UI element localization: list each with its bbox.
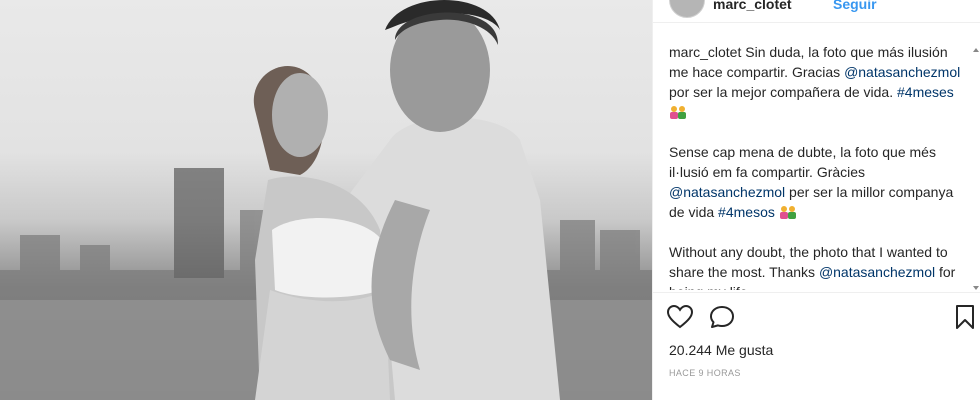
caption-english: Without any doubt, the photo that I want… — [669, 242, 963, 290]
likes-count[interactable]: 20.244 Me gusta — [669, 342, 773, 358]
caption-text: por ser la mejor compañera de vida. — [669, 84, 897, 100]
mention-link[interactable]: @natasanchezmol — [819, 264, 935, 280]
post-photo[interactable] — [0, 0, 652, 400]
bookmark-outline-icon[interactable] — [955, 305, 975, 329]
header-username[interactable]: marc_clotet — [713, 0, 792, 12]
caption-scrollbar[interactable] — [971, 46, 980, 292]
caption-text: Sense cap mena de dubte, la foto que més… — [669, 144, 936, 180]
mention-link[interactable]: @natasanchezmol — [844, 64, 960, 80]
post-header: marc_clotet Seguir — [653, 0, 980, 23]
family-emoji-icon — [779, 206, 796, 219]
caption-spanish: marc_clotet Sin duda, la foto que más il… — [669, 42, 963, 122]
caption: marc_clotet Sin duda, la foto que más il… — [669, 42, 963, 290]
caption-username[interactable]: marc_clotet — [669, 44, 741, 60]
post-timestamp: HACE 9 HORAS — [669, 368, 741, 378]
comment-bubble-icon[interactable] — [709, 305, 735, 329]
hashtag-link[interactable]: #4meses — [897, 84, 954, 100]
heart-outline-icon[interactable] — [667, 305, 693, 329]
family-emoji-icon — [670, 106, 686, 119]
photo-illustration — [0, 0, 652, 400]
mention-link[interactable]: @natasanchezmol — [669, 184, 785, 200]
hashtag-link[interactable]: #4mesos — [718, 204, 775, 220]
caption-catalan: Sense cap mena de dubte, la foto que més… — [669, 142, 963, 222]
avatar[interactable] — [669, 0, 705, 18]
post-side-panel: marc_clotet Seguir marc_clotet Sin duda,… — [652, 0, 980, 400]
follow-button[interactable]: Seguir — [833, 0, 877, 12]
post-actions — [653, 292, 980, 343]
